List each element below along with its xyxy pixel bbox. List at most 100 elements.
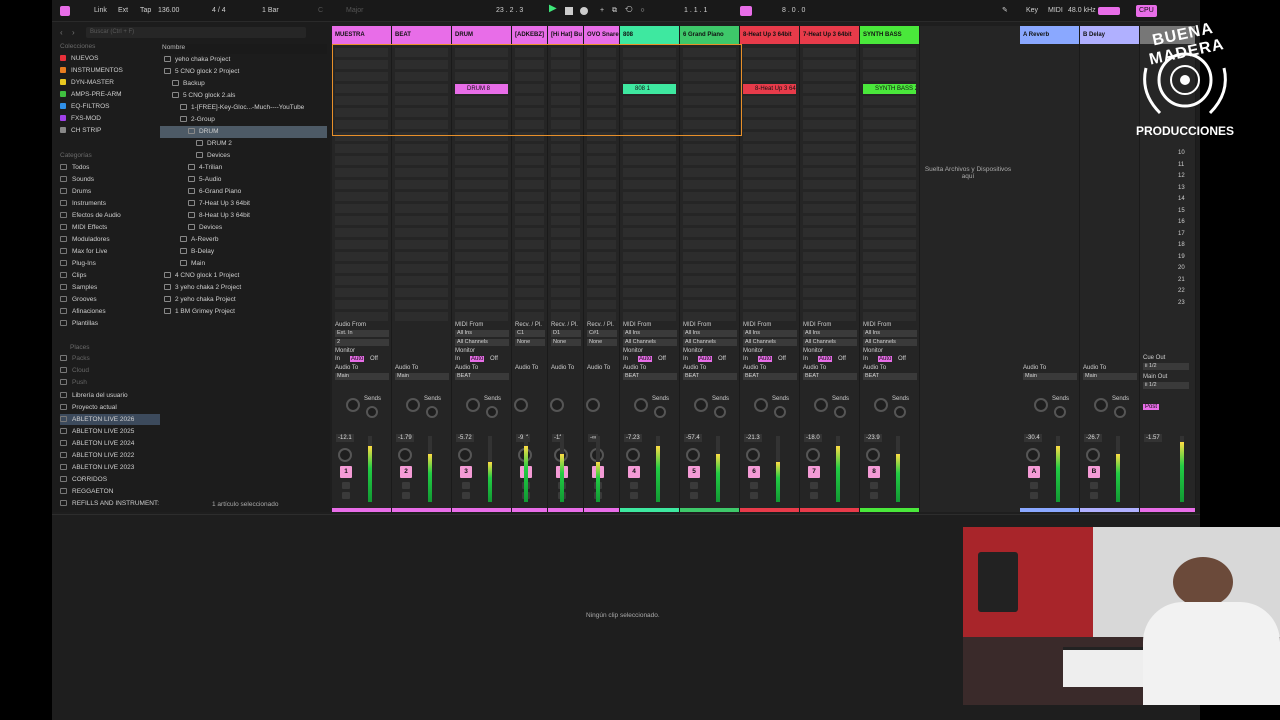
clip-slot[interactable] — [587, 300, 616, 309]
clip-slot[interactable] — [455, 192, 508, 201]
clip-slot[interactable] — [743, 276, 796, 285]
clip-slot[interactable] — [803, 240, 856, 249]
track-activator-button[interactable]: 5 — [688, 466, 700, 478]
collection-item[interactable]: AMPS-PRE-ARM — [60, 89, 160, 100]
clip-slot[interactable] — [863, 204, 916, 213]
arm-button[interactable] — [750, 492, 758, 499]
clip-slot[interactable] — [863, 192, 916, 201]
cue-out-select[interactable]: ii 1/2 — [1143, 363, 1189, 370]
clip-slot[interactable] — [623, 264, 676, 273]
tree-row[interactable]: 2 yeho chaka Project — [160, 294, 327, 306]
loop-length-field[interactable]: 8 . 0 . 0 — [782, 5, 805, 17]
arm-button[interactable] — [870, 492, 878, 499]
send-knob[interactable] — [1114, 406, 1126, 418]
clip-slot[interactable] — [455, 156, 508, 165]
clip-slot[interactable] — [455, 288, 508, 297]
scene-number[interactable]: 15 — [1178, 208, 1185, 214]
monitor-off[interactable]: Off — [490, 356, 498, 362]
clip-slot[interactable] — [743, 108, 796, 117]
clip-slot[interactable] — [803, 300, 856, 309]
input-channel-select[interactable]: All Channels — [683, 339, 737, 346]
solo-button[interactable] — [690, 482, 698, 489]
solo-button[interactable] — [402, 482, 410, 489]
clip-slot[interactable] — [587, 168, 616, 177]
tree-row[interactable]: 8-Heat Up 3 64bit — [160, 210, 327, 222]
monitor-auto[interactable]: Auto — [758, 356, 773, 362]
clip-slot[interactable] — [803, 228, 856, 237]
clip-slot[interactable] — [743, 312, 796, 321]
clip-slot[interactable] — [587, 144, 616, 153]
clip-slot[interactable] — [863, 276, 916, 285]
clip-slot[interactable] — [395, 216, 448, 225]
pan-knob[interactable] — [346, 398, 360, 412]
clip-slot[interactable] — [551, 216, 580, 225]
clip-slot[interactable] — [335, 168, 388, 177]
category-item[interactable]: Sounds — [60, 174, 160, 185]
clip-slot[interactable] — [551, 264, 580, 273]
clip-slot[interactable] — [515, 312, 544, 321]
input-select[interactable]: All Ins — [743, 330, 797, 337]
key-map-button[interactable]: Key — [1026, 5, 1038, 17]
clip-slot[interactable] — [803, 144, 856, 153]
category-item[interactable]: Plug-Ins — [60, 258, 160, 269]
solo-button[interactable] — [750, 482, 758, 489]
clip-slot[interactable] — [683, 192, 736, 201]
clip-slot[interactable] — [803, 72, 856, 81]
monitor-in[interactable]: In — [803, 356, 808, 362]
track-header[interactable]: 8-Heat Up 3 64bit — [740, 26, 799, 44]
clip-slot[interactable] — [515, 204, 544, 213]
scene-number[interactable]: 18 — [1178, 242, 1185, 248]
clip-slot[interactable] — [551, 252, 580, 261]
pan-knob[interactable] — [1094, 398, 1108, 412]
clip-slot[interactable] — [335, 300, 388, 309]
tree-row[interactable]: 3 yeho chaka 2 Project — [160, 282, 327, 294]
track-pan-knob[interactable] — [626, 448, 640, 462]
clip-slot[interactable] — [587, 228, 616, 237]
clip-slot[interactable] — [683, 228, 736, 237]
scene-number[interactable]: 14 — [1178, 196, 1185, 202]
volume-field[interactable]: -7.23 — [624, 434, 642, 442]
category-item[interactable]: Grooves — [60, 294, 160, 305]
clip-slot[interactable] — [743, 252, 796, 261]
volume-field[interactable]: -12.1 — [336, 434, 354, 442]
clip-slot[interactable] — [743, 216, 796, 225]
clip-slot[interactable] — [683, 216, 736, 225]
solo-button[interactable] — [630, 482, 638, 489]
monitor-in[interactable]: In — [335, 356, 340, 362]
pencil-icon[interactable]: ✎ — [1002, 5, 1008, 17]
clip-slot[interactable] — [587, 240, 616, 249]
track-activator-button[interactable]: 8 — [868, 466, 880, 478]
input-select[interactable]: D1 — [551, 330, 581, 337]
volume-field[interactable]: -1.79 — [396, 434, 414, 442]
input-select[interactable]: C1 — [515, 330, 545, 337]
tree-row[interactable]: Devices — [160, 222, 327, 234]
clip-slot[interactable] — [515, 156, 544, 165]
clip-slot[interactable] — [743, 156, 796, 165]
clip-slot[interactable] — [803, 84, 856, 93]
clip-slot[interactable] — [803, 108, 856, 117]
name-column-header[interactable]: Nombre — [160, 44, 327, 54]
places-item[interactable]: REGGAETON — [60, 486, 160, 497]
clip-slot[interactable] — [683, 240, 736, 249]
clip-slot[interactable] — [683, 288, 736, 297]
clip-slot[interactable] — [623, 312, 676, 321]
collection-item[interactable]: EQ-FILTROS — [60, 101, 160, 112]
clip-slot[interactable] — [803, 204, 856, 213]
stop-icon[interactable] — [565, 7, 573, 15]
clip-slot[interactable] — [863, 240, 916, 249]
clip-slot[interactable] — [683, 156, 736, 165]
record-icon[interactable] — [580, 7, 588, 15]
master-volume-field[interactable]: -1.57 — [1144, 434, 1162, 442]
volume-field[interactable]: -30.4 — [1024, 434, 1042, 442]
places-item[interactable]: ABLETON LIVE 2022 — [60, 450, 160, 461]
collection-item[interactable]: FXS-MOD — [60, 113, 160, 124]
track-activator-button[interactable]: A — [1028, 466, 1040, 478]
clip-slot[interactable] — [743, 144, 796, 153]
clip-slot[interactable] — [863, 264, 916, 273]
clip-slot[interactable] — [515, 264, 544, 273]
clip-slot[interactable] — [395, 240, 448, 249]
clip-slot[interactable] — [587, 264, 616, 273]
clip-slot[interactable] — [863, 216, 916, 225]
pan-knob[interactable] — [634, 398, 648, 412]
track-activator-button[interactable]: 4 — [628, 466, 640, 478]
